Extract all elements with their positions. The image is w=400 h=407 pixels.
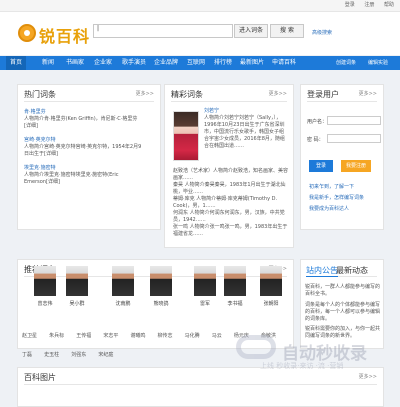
featured-entry-name[interactable]: 刘若宁: [204, 108, 288, 115]
person-photo[interactable]: [150, 266, 172, 296]
person-photo[interactable]: [260, 266, 282, 296]
logo-text: 锐百科: [39, 27, 91, 46]
create-entry-link[interactable]: 创建词条: [336, 56, 356, 70]
featured-list-item[interactable]: 赵致浩（艺术家）人物简介赵致浩，知名画家、美容画家……: [173, 168, 291, 182]
recommend-link[interactable]: 谢曦鸣: [130, 332, 145, 339]
recommend-link[interactable]: 宋志平: [103, 332, 118, 339]
tip-link[interactable]: 我要成为百科达人: [309, 206, 381, 213]
recommend-link[interactable]: 刘强东: [71, 351, 86, 358]
register-link[interactable]: 注册: [364, 2, 374, 8]
person-photo[interactable]: [224, 266, 246, 296]
help-link[interactable]: 帮助: [384, 2, 394, 8]
hot-entries-panel: 热门词条 更多>> 肯·格里芬 人物简介肯·格里芬(Ken Griffin)，肯…: [17, 84, 161, 230]
divider: [307, 101, 377, 102]
hot-entry: 埃里克·施密特 人物简介埃里克·施密特埃里克·施密特(Eric Emerson[…: [24, 165, 144, 186]
person-name[interactable]: 张朝阳: [256, 300, 286, 307]
nav-latest-images[interactable]: 最新图片: [240, 56, 264, 70]
tab-latest[interactable]: 最新动态: [336, 265, 368, 276]
username-label: 用户名：: [307, 119, 328, 125]
hot-entry: 肯·格里芬 人物简介肯·格里芬(Ken Griffin)，肯尼斯·C·格里芬[详…: [24, 109, 144, 130]
recommend-link[interactable]: 朱兵标: [49, 332, 64, 339]
hot-entry: 宫崎·英克尔特 人物简介宫崎·英克尔特宫崎·英克尔特，1954年2月9日出生于[…: [24, 137, 144, 158]
hot-entry-name[interactable]: 埃里克·施密特: [24, 165, 144, 172]
person-name[interactable]: 吴小群: [62, 300, 92, 307]
watermark-subtext: 上线 秒收录·来访 ·流 ·营销: [260, 362, 344, 370]
search-input[interactable]: |: [93, 24, 233, 38]
gallery-title: 百科图片: [24, 373, 56, 382]
person-photo[interactable]: [112, 266, 134, 296]
hot-more-link[interactable]: 更多>>: [136, 90, 154, 97]
nav-entrepreneurs[interactable]: 企业家: [94, 56, 112, 70]
register-button[interactable]: 我要注册: [341, 160, 371, 172]
featured-entry: 刘若宁 人物简介刘若宁刘若宁（Sally，），1996年10月23日出生于广东省…: [204, 108, 288, 150]
top-bar: 登录 注册 帮助: [0, 0, 400, 12]
watermark-logo-icon: [236, 335, 276, 359]
recommend-link[interactable]: 马化腾: [185, 332, 200, 339]
divider: [24, 384, 377, 385]
person-photo[interactable]: [66, 266, 88, 296]
featured-list-item[interactable]: 何润东 人物简介何润东何润东，男，汉族，中共党员，1942……: [173, 210, 291, 224]
login-link[interactable]: 登录: [345, 2, 355, 8]
recommend-link[interactable]: 王传福: [76, 332, 91, 339]
nav-brands[interactable]: 企业品牌: [154, 56, 178, 70]
recommend-link[interactable]: 赵卫星: [22, 332, 37, 339]
nav-news[interactable]: 新闻: [42, 56, 54, 70]
nav-rankings[interactable]: 排行榜: [214, 56, 232, 70]
person-name[interactable]: 雷军: [190, 300, 220, 307]
main-nav: 首页 新闻 书画家 企业家 歌手演员 企业品牌 互联网 排行榜 最新图片 申请百…: [0, 56, 400, 70]
tab-notice[interactable]: 站内公告: [306, 265, 338, 277]
featured-entry-desc: 人物简介刘若宁刘若宁（Sally，），1996年10月23日出生于广东省深圳市，…: [204, 115, 285, 149]
login-more-link[interactable]: 更多>>: [359, 90, 377, 97]
site-logo[interactable]: 锐百科: [18, 22, 89, 46]
hot-entries-title: 热门词条: [24, 90, 56, 99]
logo-icon: [18, 24, 36, 42]
top-links: 登录 注册 帮助: [337, 1, 394, 8]
featured-list-item[interactable]: 蒂姆·库克 人物简介蒂姆·库克蒂姆(Timothy D. Cook)，男，1……: [173, 196, 291, 210]
login-button[interactable]: 登录: [309, 160, 333, 172]
person-name[interactable]: 沈南鹏: [108, 300, 138, 307]
hot-entry-desc: 人物简介埃里克·施密特埃里克·施密特(Eric Emerson[详细]: [24, 172, 119, 185]
notice-item[interactable]: 词条是每个人的个体都能参与编写的百科，每一个人都可以参与编辑的词条库。: [305, 302, 381, 323]
recommend-link[interactable]: 史玉柱: [44, 351, 59, 358]
enter-entry-button[interactable]: 进入词条: [234, 24, 268, 38]
recommend-link[interactable]: 柳传志: [158, 332, 173, 339]
tip-link[interactable]: 我是新手，怎样编写词条: [309, 195, 381, 202]
person-photo[interactable]: [34, 266, 56, 296]
hot-entry-name[interactable]: 肯·格里芬: [24, 109, 144, 116]
divider: [171, 101, 287, 102]
password-input[interactable]: [327, 134, 381, 143]
person-photo[interactable]: [194, 266, 216, 296]
login-title: 登录用户: [307, 90, 339, 99]
hot-entry-name[interactable]: 宫崎·英克尔特: [24, 137, 144, 144]
notice-item[interactable]: 锐百科，一群人人都能参与编写的百科全书。: [305, 284, 381, 298]
featured-list-item[interactable]: 张一鸣 人物简介张一鸣张一鸣，男，1983年出生于福建省龙……: [173, 224, 291, 238]
recommend-link[interactable]: 丁磊: [22, 351, 32, 358]
password-label: 密 码：: [307, 137, 324, 143]
person-name[interactable]: 熊晓鸽: [146, 300, 176, 307]
tip-link[interactable]: 初来乍到，了解一下: [309, 184, 381, 191]
nav-singers[interactable]: 歌手演员: [122, 56, 146, 70]
login-tips: 初来乍到，了解一下 我是新手，怎样编写词条 我要成为百科达人: [309, 184, 381, 213]
featured-list-item[interactable]: 秦昊 人物简介秦昊秦昊，1983年1月出生于湖北仙桃，毕业……: [173, 182, 291, 196]
recommend-link[interactable]: 马云: [212, 332, 222, 339]
search-button[interactable]: 搜 索: [270, 24, 304, 38]
watermark: 自动秒收录 上线 秒收录·来访 ·流 ·营销: [236, 335, 386, 375]
person-name[interactable]: 李书福: [220, 300, 250, 307]
nav-home[interactable]: 首页: [6, 56, 27, 70]
featured-photo[interactable]: [173, 111, 199, 161]
hot-entry-desc: 人物简介宫崎·英克尔特宫崎·英克尔特，1954年2月9日出生于[详细]: [24, 144, 142, 157]
username-input[interactable]: [327, 116, 381, 125]
hot-entry-desc: 人物简介肯·格里芬(Ken Griffin)，肯尼斯·C·格里芬[详细]: [24, 116, 138, 129]
nav-painters[interactable]: 书画家: [66, 56, 84, 70]
featured-title: 精彩词条: [171, 90, 203, 99]
recommend-link[interactable]: 宋纪庭: [98, 351, 113, 358]
nav-internet[interactable]: 互联网: [187, 56, 205, 70]
edit-lab-link[interactable]: 编辑实验: [368, 56, 388, 70]
advanced-search-link[interactable]: 高级搜索: [312, 29, 332, 36]
person-name[interactable]: 曾志伟: [30, 300, 60, 307]
featured-list: 赵致浩（艺术家）人物简介赵致浩，知名画家、美容画家…… 秦昊 人物简介秦昊秦昊，…: [173, 168, 291, 238]
featured-more-link[interactable]: 更多>>: [269, 90, 287, 97]
divider: [24, 101, 154, 102]
nav-apply[interactable]: 申请百科: [272, 56, 296, 70]
